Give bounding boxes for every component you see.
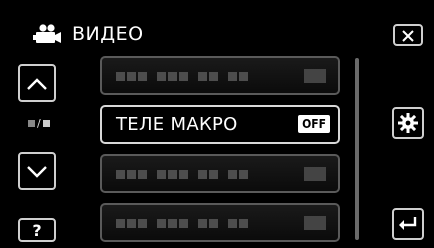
- placeholder-value: [304, 167, 326, 181]
- page-header: ВИДЕО: [32, 18, 144, 50]
- placeholder-label: [116, 219, 250, 228]
- total-pages-marker: [42, 120, 50, 127]
- return-arrow-icon: [397, 215, 419, 233]
- help-label: ?: [32, 220, 42, 240]
- scroll-up-button[interactable]: [18, 64, 56, 102]
- placeholder-label: [116, 72, 250, 81]
- menu-item[interactable]: [100, 56, 340, 95]
- menu-item-label: ТЕЛЕ МАКРО: [116, 114, 238, 135]
- menu-item[interactable]: [100, 203, 340, 242]
- gear-icon: [397, 112, 419, 134]
- chevron-down-icon: [26, 164, 48, 178]
- placeholder-value: [304, 69, 326, 83]
- placeholder-value: [304, 216, 326, 230]
- menu-item[interactable]: [100, 154, 340, 193]
- page-separator: /: [37, 117, 41, 130]
- video-camera-icon: [32, 22, 62, 46]
- close-button[interactable]: [393, 24, 423, 46]
- page-title: ВИДЕО: [72, 23, 144, 45]
- back-button[interactable]: [392, 208, 424, 240]
- current-page-marker: [28, 120, 35, 127]
- close-icon: [401, 28, 415, 42]
- settings-button[interactable]: [392, 107, 424, 139]
- scrollbar[interactable]: [355, 58, 359, 240]
- chevron-up-icon: [26, 76, 48, 90]
- scroll-down-button[interactable]: [18, 152, 56, 190]
- value-badge: OFF: [298, 115, 330, 133]
- page-indicator: /: [28, 117, 50, 130]
- help-button[interactable]: ?: [18, 218, 56, 242]
- placeholder-label: [116, 170, 250, 179]
- menu-item-tele-macro[interactable]: ТЕЛЕ МАКРО OFF: [100, 105, 340, 144]
